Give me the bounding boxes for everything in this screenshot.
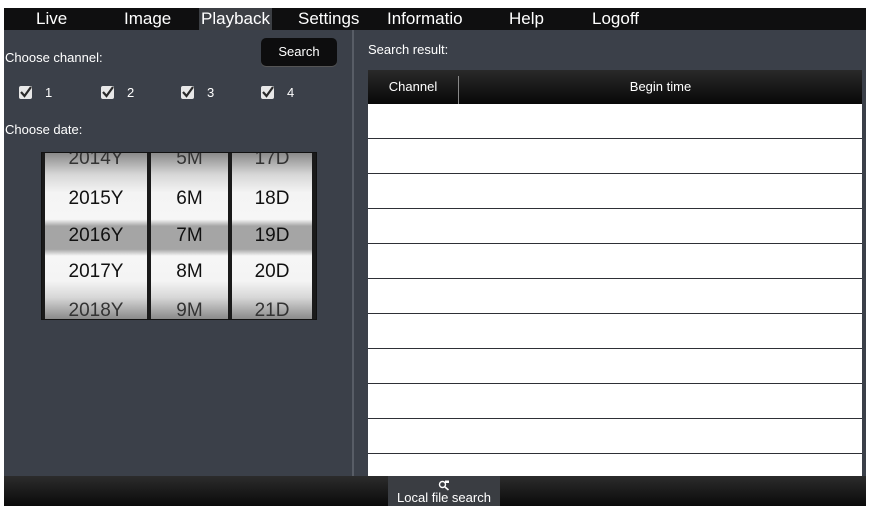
- month-option-selected: 7M: [176, 225, 203, 246]
- search-criteria-panel: Choose channel: Search 1 2 3 4 Choose da…: [4, 30, 352, 476]
- table-row[interactable]: [368, 454, 862, 476]
- nav-playback[interactable]: Playback: [199, 8, 272, 30]
- checkmark-icon: [101, 86, 114, 99]
- search-button[interactable]: Search: [261, 38, 337, 66]
- checkmark-icon: [261, 86, 274, 99]
- checkmark-icon: [19, 86, 32, 99]
- year-wheel[interactable]: 2014Y 2015Y 2016Y 2017Y 2018Y: [45, 153, 147, 319]
- bottom-toolbar: Local file search: [4, 476, 866, 506]
- year-option: 2014Y: [68, 153, 124, 169]
- year-option: 2015Y: [68, 188, 124, 209]
- month-wheel[interactable]: 5M 6M 7M 8M 9M: [151, 153, 228, 319]
- channel-label: 1: [45, 85, 53, 100]
- nav-settings[interactable]: Settings: [298, 8, 359, 30]
- year-option: 2017Y: [68, 261, 124, 282]
- month-option: 8M: [176, 261, 203, 282]
- month-option: 9M: [176, 300, 203, 319]
- nav-information[interactable]: Informatio: [387, 8, 463, 30]
- search-result-panel: Search result: Channel Begin time: [354, 30, 866, 476]
- nav-help[interactable]: Help: [509, 8, 544, 30]
- table-header: Channel Begin time: [368, 70, 862, 104]
- table-row[interactable]: [368, 279, 862, 314]
- date-picker: 2014Y 2015Y 2016Y 2017Y 2018Y 5M 6M 7M 8…: [41, 152, 317, 320]
- local-file-search-label: Local file search: [397, 490, 491, 505]
- table-row[interactable]: [368, 384, 862, 419]
- year-option: 2018Y: [68, 300, 124, 319]
- day-option-selected: 19D: [254, 225, 290, 246]
- table-row[interactable]: [368, 314, 862, 349]
- channel-label: 2: [127, 85, 135, 100]
- column-header-begin-time[interactable]: Begin time: [459, 70, 862, 104]
- month-option: 6M: [176, 188, 203, 209]
- table-row[interactable]: [368, 349, 862, 384]
- checkmark-icon: [181, 86, 194, 99]
- table-row[interactable]: [368, 419, 862, 454]
- playback-app: Live Image Playback Settings Informatio …: [4, 8, 866, 506]
- channel-label: 4: [287, 85, 295, 100]
- table-row[interactable]: [368, 244, 862, 279]
- month-option: 5M: [176, 153, 203, 169]
- table-row[interactable]: [368, 139, 862, 174]
- nav-live[interactable]: Live: [36, 8, 67, 30]
- column-header-channel[interactable]: Channel: [368, 70, 458, 104]
- day-option: 18D: [254, 188, 290, 209]
- table-row[interactable]: [368, 209, 862, 244]
- day-wheel[interactable]: 17D 18D 19D 20D 21D: [232, 153, 312, 319]
- channel-label: 3: [207, 85, 215, 100]
- day-option: 20D: [254, 261, 290, 282]
- table-row[interactable]: [368, 174, 862, 209]
- local-file-search-button[interactable]: Local file search: [388, 476, 500, 506]
- search-result-label: Search result:: [368, 42, 449, 57]
- day-option: 21D: [254, 300, 290, 319]
- choose-channel-label: Choose channel:: [5, 50, 103, 65]
- choose-date-label: Choose date:: [5, 122, 83, 137]
- top-nav-bar: Live Image Playback Settings Informatio …: [4, 8, 866, 30]
- table-row[interactable]: [368, 104, 862, 139]
- nav-logoff[interactable]: Logoff: [592, 8, 639, 30]
- year-option-selected: 2016Y: [68, 225, 124, 246]
- result-table: Channel Begin time: [368, 70, 862, 476]
- day-option: 17D: [254, 153, 290, 169]
- nav-image[interactable]: Image: [124, 8, 171, 30]
